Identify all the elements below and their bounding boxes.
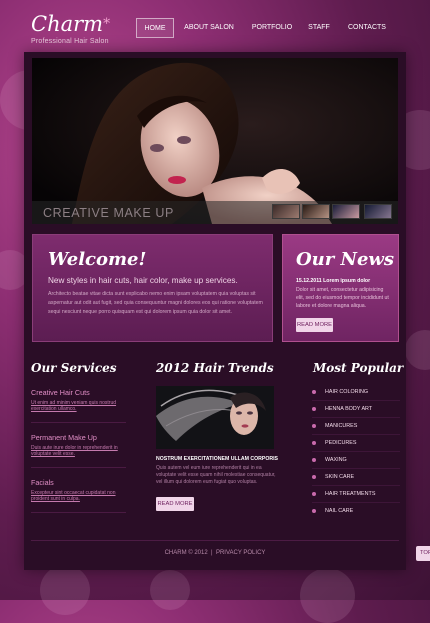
news-title: Our News [296, 249, 395, 270]
site-header: Charm* Professional Hair Salon HOME ABOU… [0, 0, 430, 52]
slider-thumb-1[interactable] [272, 204, 300, 219]
bullet-icon [312, 474, 316, 479]
service-desc[interactable]: Ut enim ad minim veniam quis nostrud exe… [31, 400, 123, 412]
list-item[interactable]: HENNA BODY ART [312, 401, 402, 417]
back-to-top-button[interactable]: TOP [416, 546, 430, 561]
divider [31, 467, 126, 468]
list-item[interactable]: HAIR TREATMENTS [312, 486, 402, 502]
popular-item-label: MANICURES [325, 423, 358, 429]
list-item[interactable]: PEDICURES [312, 435, 402, 451]
welcome-title: Welcome! [48, 249, 147, 270]
trends-title: 2012 Hair Trends [156, 361, 274, 375]
news-panel: Our News 15.12.2011 Lorem ipsum dolor Do… [282, 234, 399, 342]
hero-slider[interactable]: CREATIVE MAKE UP [32, 58, 398, 224]
bullet-icon [312, 406, 316, 411]
footer-separator: | [211, 550, 213, 556]
list-item[interactable]: MANICURES [312, 418, 402, 434]
hero-image [32, 58, 398, 224]
news-date-caption: Lorem ipsum dolor [323, 278, 371, 284]
bullet-icon [312, 491, 316, 496]
news-date: 15.12.2011 [296, 278, 322, 284]
nav-about-salon[interactable]: ABOUT SALON [182, 18, 236, 38]
divider [31, 512, 126, 513]
slider-thumb-4[interactable] [364, 204, 392, 219]
service-title[interactable]: Facials [31, 478, 54, 487]
nav-portfolio[interactable]: PORTFOLIO [250, 18, 294, 38]
list-item[interactable]: SKIN CARE [312, 469, 402, 485]
nav-home[interactable]: HOME [136, 18, 174, 38]
popular-item-label: HENNA BODY ART [325, 406, 373, 412]
news-date-line: 15.12.2011 Lorem ipsum dolor [296, 278, 370, 284]
popular-item-label: HAIR COLORING [325, 389, 369, 395]
news-body: Dolor sit amet, consectetur adipisicing … [296, 287, 389, 309]
bullet-icon [312, 508, 316, 513]
service-title[interactable]: Creative Hair Cuts [31, 388, 90, 397]
list-item[interactable]: HAIR COLORING [312, 384, 402, 400]
popular-item-label: NAIL CARE [325, 508, 354, 514]
welcome-subtitle: New styles in hair cuts, hair color, mak… [48, 276, 238, 285]
welcome-panel: Welcome! New styles in hair cuts, hair c… [32, 234, 273, 342]
divider [31, 422, 126, 423]
service-desc[interactable]: Excepteur sint occaecat cupidatat non pr… [31, 490, 123, 502]
privacy-policy-link[interactable]: PRIVACY POLICY [216, 550, 265, 556]
trends-read-more-button[interactable]: READ MORE [156, 497, 194, 511]
site-footer: CHARM © 2012 | PRIVACY POLICY [0, 550, 430, 556]
popular-item-label: SKIN CARE [325, 474, 355, 480]
footer-divider [31, 540, 399, 541]
welcome-body: Architecto beatae vitae dicta sunt expli… [48, 291, 263, 315]
popular-title: Most Popular [313, 361, 404, 375]
bullet-icon [312, 457, 316, 462]
trends-headline: NOSTRUM EXERCITATIONEM ULLAM CORPORIS [156, 456, 278, 462]
trends-body: Quis autem vel eum iure reprehenderit qu… [156, 465, 276, 486]
nav-staff[interactable]: STAFF [306, 18, 332, 38]
trends-photo [156, 386, 274, 449]
service-title[interactable]: Permanent Make Up [31, 433, 97, 442]
popular-item-label: HAIR TREATMENTS [325, 491, 376, 497]
bullet-icon [312, 389, 316, 394]
list-item[interactable]: NAIL CARE [312, 503, 402, 519]
popular-item-label: PEDICURES [325, 440, 357, 446]
hero-caption: CREATIVE MAKE UP [43, 206, 174, 220]
news-read-more-button[interactable]: READ MORE [296, 318, 333, 332]
logo-mark: * [103, 16, 111, 32]
list-item[interactable]: WAXING [312, 452, 402, 468]
footer-copyright: CHARM © 2012 [164, 550, 208, 556]
bullet-icon [312, 423, 316, 428]
popular-item-label: WAXING [325, 457, 347, 463]
bullet-icon [312, 440, 316, 445]
trends-image[interactable] [156, 386, 274, 449]
logo-text: Charm [31, 12, 104, 36]
slider-thumb-2[interactable] [302, 204, 330, 219]
services-title: Our Services [31, 361, 117, 375]
service-desc[interactable]: Duis aute irure dolor in reprehenderit i… [31, 445, 123, 457]
logo[interactable]: Charm* [31, 14, 110, 35]
nav-contacts[interactable]: CONTACTS [346, 18, 388, 38]
slider-thumb-3[interactable] [332, 204, 360, 219]
tagline: Professional Hair Salon [31, 38, 109, 45]
